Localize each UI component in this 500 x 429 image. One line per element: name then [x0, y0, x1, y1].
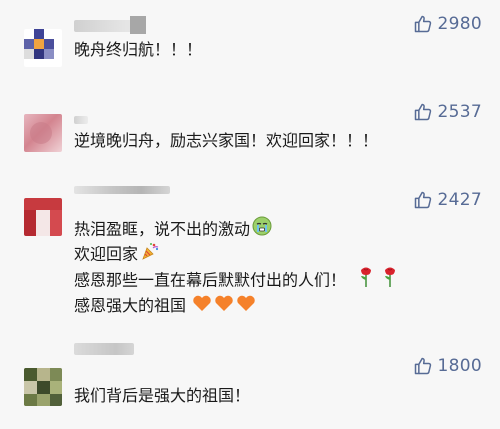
like-count: 1800	[437, 356, 482, 376]
like-count: 2980	[437, 14, 482, 34]
commenter-name[interactable]	[74, 186, 170, 194]
orange-heart-emoji	[192, 294, 212, 320]
party-popper-emoji	[140, 241, 160, 269]
comment-text: 逆境晚归舟，励志兴家国！欢迎回家！！！	[74, 131, 379, 150]
comment-item: 1800 我们背后是强大的祖国！	[0, 340, 500, 429]
like-button[interactable]: 1800	[413, 356, 482, 376]
comment-item: 2537 逆境晚归舟，励志兴家国！欢迎回家！！！	[0, 90, 500, 180]
comment-line: 欢迎回家	[74, 241, 160, 269]
thumbs-up-icon	[413, 356, 433, 376]
orange-heart-emoji	[214, 294, 234, 320]
like-button[interactable]: 2980	[413, 14, 482, 34]
orange-heart-emoji	[236, 294, 256, 320]
comment-line: 感恩强大的祖国	[74, 293, 256, 320]
crying-face-emoji	[252, 216, 272, 244]
comment-line: 感恩那些一直在幕后默默付出的人们！	[74, 266, 397, 296]
comment-text: 感恩强大的祖国	[74, 296, 187, 315]
rose-emoji	[359, 266, 373, 296]
comment-text: 欢迎回家	[74, 244, 139, 264]
commenter-name[interactable]	[74, 343, 134, 355]
avatar[interactable]	[24, 368, 62, 406]
avatar[interactable]	[24, 29, 62, 67]
comment-text: 感恩那些一直在幕后默默付出的人们！	[74, 270, 347, 290]
like-count: 2427	[437, 190, 482, 210]
thumbs-up-icon	[413, 190, 433, 210]
avatar[interactable]	[24, 114, 62, 152]
commenter-name[interactable]	[74, 16, 146, 34]
thumbs-up-icon	[413, 102, 433, 122]
comment-line: 热泪盈眶，说不出的激动	[74, 216, 272, 244]
comment-item: 2427 热泪盈眶，说不出的激动 欢迎回家 感恩那些一直在幕后默默付出的人们！	[0, 180, 500, 350]
comment-item: 2980 晚舟终归航！！！	[0, 0, 500, 90]
comment-text: 我们背后是强大的祖国！	[74, 386, 251, 405]
thumbs-up-icon	[413, 14, 433, 34]
rose-emoji	[383, 266, 397, 296]
like-button[interactable]: 2537	[413, 102, 482, 122]
like-button[interactable]: 2427	[413, 190, 482, 210]
like-count: 2537	[437, 102, 482, 122]
commenter-name[interactable]	[74, 116, 88, 124]
comment-text: 热泪盈眶，说不出的激动	[74, 219, 251, 239]
comment-text: 晚舟终归航！！！	[74, 40, 203, 59]
avatar[interactable]	[24, 198, 62, 236]
